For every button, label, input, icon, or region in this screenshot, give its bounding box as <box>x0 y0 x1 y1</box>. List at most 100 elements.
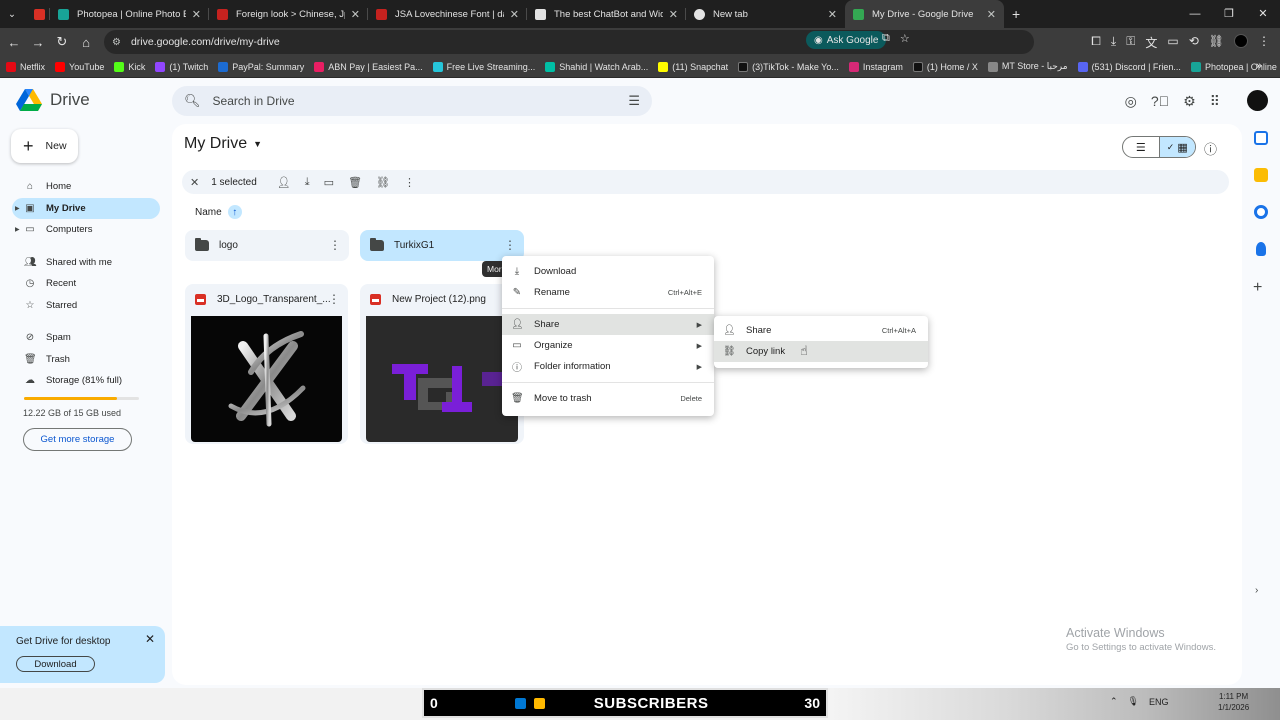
mic-icon[interactable]: 🎙︎ <box>1128 696 1139 707</box>
hide-side-panel-icon[interactable]: › <box>1255 585 1258 596</box>
settings-gear-icon[interactable]: ⚙ <box>1183 93 1196 110</box>
bookmark-item[interactable]: (11) Snapchat <box>658 61 728 72</box>
bookmark-item[interactable]: Netflix <box>6 61 45 72</box>
bookmark-item[interactable]: (1) Twitch <box>155 61 208 72</box>
apps-grid-icon[interactable]: ⠿ <box>1210 93 1220 110</box>
bookmark-item[interactable]: PayPal: Summary <box>218 61 304 72</box>
account-avatar[interactable] <box>1247 90 1268 111</box>
sidebar-item-storage[interactable]: ☁ Storage (81% full) <box>12 370 160 391</box>
bookmark-item[interactable]: ABN Pay | Easiest Pa... <box>314 61 423 72</box>
folder-item[interactable]: logo ⋮ <box>185 230 349 261</box>
language-indicator[interactable]: ENG <box>1149 697 1169 707</box>
search-bar[interactable]: 🔍︎ Search in Drive ☰ <box>172 86 652 116</box>
close-icon[interactable]: ✕ <box>669 8 678 21</box>
calendar-icon[interactable] <box>1254 131 1268 145</box>
bookmark-item[interactable]: Photopea | Online P... <box>1190 61 1280 72</box>
minimize-icon[interactable]: — <box>1178 0 1212 28</box>
browser-tab[interactable]: Photopea | Online Photo Editor ✕ <box>50 0 209 28</box>
add-addon-icon[interactable]: + <box>1253 279 1277 297</box>
forward-icon[interactable]: → <box>26 35 50 50</box>
browser-tab[interactable] <box>26 0 50 28</box>
close-icon[interactable]: ✕ <box>192 8 201 21</box>
site-info-icon[interactable]: ⚙ <box>112 37 121 48</box>
reload-icon[interactable]: ↻ <box>50 34 74 50</box>
menu-dots-icon[interactable]: ⋮ <box>1258 34 1270 51</box>
bookmark-item[interactable]: Free Live Streaming... <box>432 61 535 72</box>
close-icon[interactable]: ✕ <box>987 8 996 21</box>
tray-overflow-icon[interactable]: ⌃ <box>1110 696 1118 707</box>
close-icon[interactable]: ✕ <box>145 632 155 646</box>
home-icon[interactable]: ⌂ <box>74 35 98 50</box>
sidebar-item-my-drive[interactable]: ▶ ▣ My Drive <box>12 197 160 219</box>
sidebar-item-recent[interactable]: ◷ Recent <box>12 273 160 294</box>
submenu-item-share[interactable]: 👤︎ Share Ctrl+Alt+A <box>714 320 928 341</box>
more-actions-icon[interactable]: ⋮ <box>404 176 415 189</box>
search-options-icon[interactable]: ☰ <box>628 93 640 109</box>
bookmarks-overflow-icon[interactable]: » <box>1256 60 1262 72</box>
menu-item-organize[interactable]: ▭ Organize ▶ <box>502 335 714 356</box>
more-actions-icon[interactable]: ⋮ <box>329 238 341 252</box>
browser-tab[interactable]: Foreign look > Chinese, Jpn for ✕ <box>209 0 368 28</box>
move-icon[interactable]: ▭ <box>324 176 334 189</box>
details-info-icon[interactable]: ⓘ <box>1204 139 1217 158</box>
more-actions-icon[interactable]: ⋮ <box>328 292 340 306</box>
new-tab-button[interactable]: + <box>1004 0 1028 28</box>
share-person-icon[interactable]: 👤︎ <box>277 176 291 189</box>
file-card[interactable]: New Project (12).png <box>360 284 524 444</box>
ask-google-button[interactable]: ◉ Ask Google <box>806 31 887 49</box>
tasks-icon[interactable] <box>1254 205 1268 219</box>
menu-item-download[interactable]: ⤓ Download <box>502 261 714 282</box>
contacts-icon[interactable] <box>1256 242 1266 256</box>
close-window-icon[interactable]: ✕ <box>1246 0 1280 28</box>
list-view-button[interactable]: ☰ <box>1123 137 1159 157</box>
bookmark-star-icon[interactable]: ☆ <box>900 32 910 45</box>
more-actions-icon[interactable]: ⋮ <box>504 238 516 252</box>
close-icon[interactable]: ✕ <box>510 8 519 21</box>
downloads-icon[interactable]: ⤓ <box>1111 34 1116 51</box>
file-explorer-icon[interactable] <box>534 698 545 709</box>
taskbar-clock[interactable]: 1:11 PM 1/1/2026 <box>1218 691 1249 713</box>
sidebar-item-trash[interactable]: 🗑︎ Trash <box>12 349 160 370</box>
sidebar-item-home[interactable]: ⌂ Home <box>12 176 160 197</box>
link-icon[interactable]: ⛓ <box>376 176 390 189</box>
translate-icon[interactable]: 文 <box>1145 34 1157 51</box>
browser-tab-active[interactable]: My Drive - Google Drive ✕ <box>845 0 1004 28</box>
menu-item-folder-information[interactable]: ⓘ Folder information ▶ <box>502 356 714 377</box>
sort-ascending-icon[interactable]: ↑ <box>227 205 242 219</box>
menu-item-share[interactable]: 👤︎ Share ▶ <box>502 314 714 335</box>
profile-avatar[interactable] <box>1234 34 1248 48</box>
trash-icon[interactable]: 🗑︎ <box>348 176 362 189</box>
keep-icon[interactable] <box>1254 168 1268 182</box>
sidebar-item-spam[interactable]: ⊘ Spam <box>12 327 160 348</box>
bookmark-item[interactable]: (3)TikTok - Make Yo... <box>738 61 839 72</box>
bookmark-item[interactable]: MT Store - مرحبا <box>987 61 1068 72</box>
bookmark-item[interactable]: (531) Discord | Frien... <box>1077 61 1181 72</box>
ready-offline-icon[interactable]: ◎ <box>1125 93 1137 110</box>
browser-tab[interactable]: New tab ✕ <box>686 0 845 28</box>
caret-right-icon[interactable]: ▶ <box>15 205 20 212</box>
link-icon[interactable]: ⛓ <box>1209 34 1224 51</box>
drive-logo[interactable]: Drive <box>16 89 90 111</box>
search-input[interactable]: Search in Drive <box>213 94 295 108</box>
folder-item-selected[interactable]: TurkixG1 ⋮ <box>360 230 524 261</box>
page-title[interactable]: My Drive ▼ <box>184 135 262 153</box>
file-card[interactable]: 3D_Logo_Transparent_... ⋮ <box>185 284 348 444</box>
bookmark-item[interactable]: (1) Home / X <box>912 61 978 72</box>
download-icon[interactable]: ⤓ <box>305 176 310 189</box>
close-icon[interactable]: ✕ <box>351 8 360 21</box>
payments-icon[interactable]: ▭ <box>1167 34 1178 51</box>
browser-tab[interactable]: The best ChatBot and Widgets ✕ <box>527 0 686 28</box>
sort-control[interactable]: Name ↑ <box>195 205 242 219</box>
get-more-storage-button[interactable]: Get more storage <box>23 428 132 451</box>
caret-right-icon[interactable]: ▶ <box>15 226 20 233</box>
clear-selection-icon[interactable]: ✕ <box>190 176 199 189</box>
bookmark-item[interactable]: Kick <box>114 61 145 72</box>
sidebar-item-shared[interactable]: 👥︎ Shared with me <box>12 252 160 273</box>
passwords-icon[interactable]: ⚿ <box>1126 34 1135 51</box>
tab-search-button[interactable]: ⌄ <box>0 0 26 28</box>
new-button[interactable]: + New <box>11 129 78 163</box>
bookmark-item[interactable]: YouTube <box>55 61 104 72</box>
history-icon[interactable]: ⟲ <box>1189 34 1199 51</box>
download-desktop-button[interactable]: Download <box>16 656 95 672</box>
back-icon[interactable]: ← <box>2 35 26 50</box>
